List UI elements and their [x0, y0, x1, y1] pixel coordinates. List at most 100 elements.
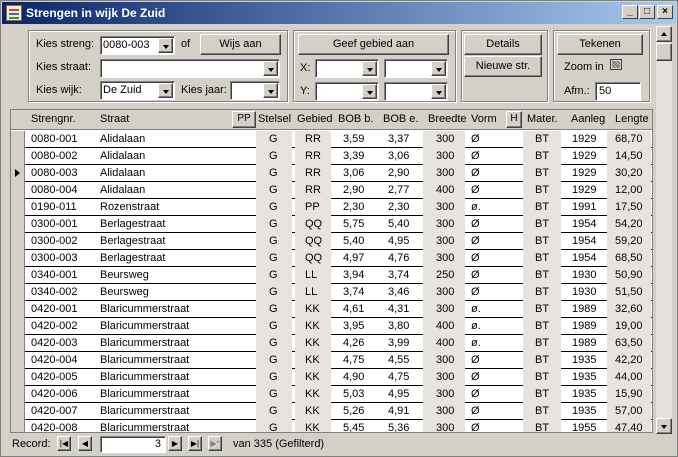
chevron-down-icon[interactable]	[431, 84, 446, 99]
cell-straat[interactable]: Alidalaan	[100, 150, 145, 162]
cell-breedte[interactable]: 400	[436, 337, 454, 349]
cell-stelsel[interactable]: G	[269, 150, 278, 162]
chevron-down-icon[interactable]	[431, 61, 446, 76]
cell-strengnr[interactable]: 0420-003	[31, 337, 78, 349]
cell-bob-b[interactable]: 4,97	[343, 252, 364, 264]
table-row[interactable]: 0340-001 Beursweg G LL 3,94 3,74 250 Ø BT 1930 50,…	[11, 267, 652, 284]
cell-bob-b[interactable]: 5,03	[343, 388, 364, 400]
cell-mater[interactable]: BT	[535, 218, 549, 230]
cell-straat[interactable]: Blaricummerstraat	[100, 320, 189, 332]
cell-stelsel[interactable]: G	[269, 252, 278, 264]
row-selector[interactable]	[11, 403, 25, 420]
table-row[interactable]: 0420-004 Blaricummerstraat G KK 4,75 4,55 300 Ø…	[11, 352, 652, 369]
chevron-down-icon[interactable]	[158, 38, 173, 53]
cell-straat[interactable]: Beursweg	[100, 286, 149, 298]
cell-bob-e[interactable]: 3,46	[388, 286, 409, 298]
new-record-button[interactable]: ▶*	[208, 436, 222, 451]
cell-stelsel[interactable]: G	[269, 201, 278, 213]
cell-breedte[interactable]: 400	[436, 184, 454, 196]
cell-gebied[interactable]: KK	[305, 303, 320, 315]
y-from-combobox[interactable]	[315, 82, 379, 101]
cell-vorm[interactable]: Ø	[471, 150, 480, 162]
cell-bob-e[interactable]: 3,99	[388, 337, 409, 349]
cell-strengnr[interactable]: 0340-001	[31, 269, 78, 281]
cell-bob-b[interactable]: 5,75	[343, 218, 364, 230]
cell-aanleg[interactable]: 1989	[572, 337, 596, 349]
cell-gebied[interactable]: KK	[305, 422, 320, 432]
cell-vorm[interactable]: ø.	[471, 201, 481, 213]
cell-stelsel[interactable]: G	[269, 218, 278, 230]
cell-stelsel[interactable]: G	[269, 371, 278, 383]
cell-gebied[interactable]: KK	[305, 405, 320, 417]
chevron-down-icon[interactable]	[263, 61, 278, 76]
cell-aanleg[interactable]: 1935	[572, 388, 596, 400]
h-sort-button[interactable]: H	[506, 111, 522, 128]
table-row[interactable]: 0300-003 Berlagestraat G QQ 4,97 4,76 300 Ø BT 19…	[11, 250, 652, 267]
cell-bob-e[interactable]: 3,37	[388, 133, 409, 145]
cell-bob-e[interactable]: 4,76	[388, 252, 409, 264]
cell-bob-e[interactable]: 3,80	[388, 320, 409, 332]
table-row[interactable]: 0340-002 Beursweg G LL 3,74 3,46 300 Ø BT 1930 51,…	[11, 284, 652, 301]
cell-bob-e[interactable]: 4,55	[388, 354, 409, 366]
cell-breedte[interactable]: 400	[436, 320, 454, 332]
maximize-button[interactable]: □	[639, 5, 655, 19]
cell-stelsel[interactable]: G	[269, 337, 278, 349]
cell-strengnr[interactable]: 0420-008	[31, 422, 78, 432]
cell-bob-e[interactable]: 4,31	[388, 303, 409, 315]
cell-gebied[interactable]: QQ	[305, 252, 322, 264]
cell-stelsel[interactable]: G	[269, 184, 278, 196]
chevron-down-icon[interactable]	[263, 83, 278, 98]
cell-stelsel[interactable]: G	[269, 269, 278, 281]
chevron-down-icon[interactable]	[158, 83, 173, 98]
cell-aanleg[interactable]: 1935	[572, 354, 596, 366]
cell-straat[interactable]: Blaricummerstraat	[100, 422, 189, 432]
cell-aanleg[interactable]: 1930	[572, 269, 596, 281]
cell-aanleg[interactable]: 1989	[572, 320, 596, 332]
row-selector[interactable]	[11, 386, 25, 403]
row-selector[interactable]	[11, 420, 25, 432]
cell-stelsel[interactable]: G	[269, 388, 278, 400]
cell-stelsel[interactable]: G	[269, 422, 278, 432]
cell-aanleg[interactable]: 1929	[572, 133, 596, 145]
cell-bob-b[interactable]: 3,94	[343, 269, 364, 281]
cell-bob-e[interactable]: 5,36	[388, 422, 409, 432]
cell-aanleg[interactable]: 1991	[572, 201, 596, 213]
cell-bob-e[interactable]: 2,90	[388, 167, 409, 179]
cell-mater[interactable]: BT	[535, 269, 549, 281]
cell-strengnr[interactable]: 0300-002	[31, 235, 78, 247]
cell-straat[interactable]: Beursweg	[100, 269, 149, 281]
cell-breedte[interactable]: 300	[436, 133, 454, 145]
cell-lengte[interactable]: 32,60	[615, 303, 643, 315]
cell-gebied[interactable]: RR	[305, 167, 321, 179]
cell-straat[interactable]: Alidalaan	[100, 167, 145, 179]
cell-breedte[interactable]: 300	[436, 286, 454, 298]
cell-bob-b[interactable]: 4,90	[343, 371, 364, 383]
cell-lengte[interactable]: 15,90	[615, 388, 643, 400]
cell-breedte[interactable]: 300	[436, 201, 454, 213]
cell-mater[interactable]: BT	[535, 252, 549, 264]
cell-straat[interactable]: Blaricummerstraat	[100, 405, 189, 417]
table-row[interactable]: 0080-001 Alidalaan G RR 3,59 3,37 300 Ø BT 1929 68…	[11, 131, 652, 148]
title-bar[interactable]: Strengen in wijk De Zuid _ □ ×	[2, 2, 676, 24]
cell-lengte[interactable]: 63,50	[615, 337, 643, 349]
cell-mater[interactable]: BT	[535, 150, 549, 162]
cell-breedte[interactable]: 300	[436, 252, 454, 264]
cell-gebied[interactable]: LL	[305, 286, 317, 298]
cell-lengte[interactable]: 14,50	[615, 150, 643, 162]
table-row[interactable]: 0080-002 Alidalaan G RR 3,39 3,06 300 Ø BT 1929 14…	[11, 148, 652, 165]
cell-strengnr[interactable]: 0080-003	[31, 167, 78, 179]
wijk-combobox[interactable]: De Zuid	[100, 81, 175, 100]
cell-breedte[interactable]: 300	[436, 371, 454, 383]
cell-strengnr[interactable]: 0420-001	[31, 303, 78, 315]
cell-lengte[interactable]: 12,00	[615, 184, 643, 196]
cell-breedte[interactable]: 300	[436, 167, 454, 179]
cell-bob-e[interactable]: 4,91	[388, 405, 409, 417]
cell-vorm[interactable]: Ø	[471, 218, 480, 230]
cell-lengte[interactable]: 59,20	[615, 235, 643, 247]
pp-sort-button[interactable]: PP	[232, 111, 256, 128]
cell-bob-b[interactable]: 2,30	[343, 201, 364, 213]
cell-strengnr[interactable]: 0080-004	[31, 184, 78, 196]
cell-lengte[interactable]: 42,20	[615, 354, 643, 366]
cell-lengte[interactable]: 17,50	[615, 201, 643, 213]
row-selector[interactable]	[11, 199, 25, 216]
